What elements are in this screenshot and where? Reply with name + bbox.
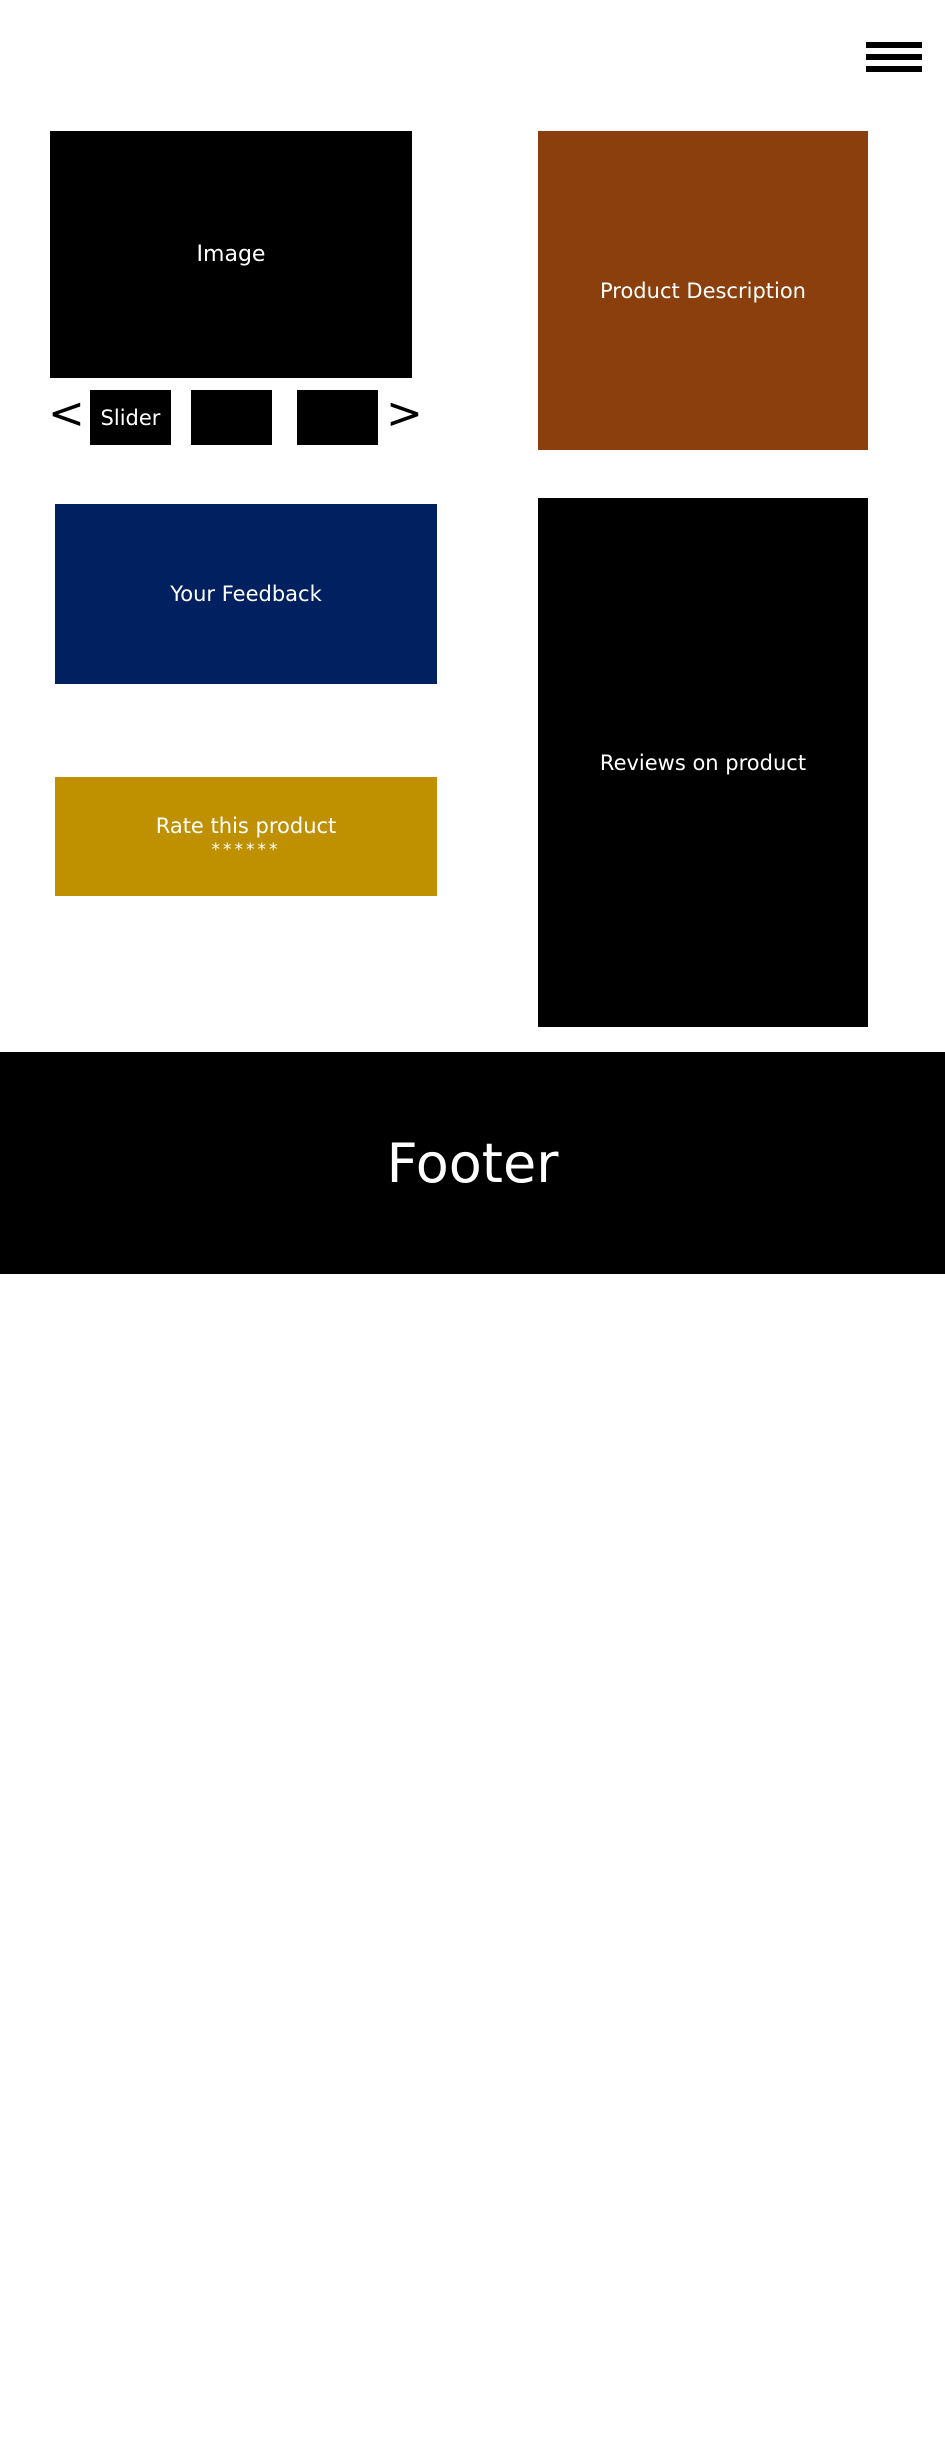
rating-label: Rate this product bbox=[155, 813, 337, 838]
reviews-label: Reviews on product bbox=[599, 750, 807, 775]
slider-prev-button[interactable]: < bbox=[48, 392, 85, 436]
feedback-label: Your Feedback bbox=[170, 582, 322, 606]
footer-label: Footer bbox=[386, 1131, 559, 1195]
slider-next-button[interactable]: > bbox=[386, 392, 423, 436]
product-description-label: Product Description bbox=[599, 278, 806, 303]
rating-panel[interactable]: Rate this product ****** bbox=[55, 777, 437, 896]
menu-bar-bottom bbox=[866, 66, 922, 72]
product-description-panel: Product Description bbox=[538, 131, 868, 450]
reviews-panel: Reviews on product bbox=[538, 498, 868, 1027]
product-image: Image bbox=[50, 131, 412, 378]
product-image-label: Image bbox=[196, 242, 266, 267]
slider-label: Slider bbox=[100, 405, 161, 430]
feedback-panel[interactable]: Your Feedback bbox=[55, 504, 437, 684]
slider-thumbnail[interactable] bbox=[191, 390, 272, 445]
menu-bar-top bbox=[866, 42, 922, 48]
hamburger-menu-icon[interactable] bbox=[866, 42, 922, 74]
rating-stars[interactable]: ****** bbox=[212, 840, 281, 860]
menu-bar-middle bbox=[866, 54, 922, 60]
slider-thumbnail[interactable] bbox=[297, 390, 378, 445]
slider-thumbnail[interactable]: Slider bbox=[90, 390, 171, 445]
footer: Footer bbox=[0, 1052, 945, 1274]
